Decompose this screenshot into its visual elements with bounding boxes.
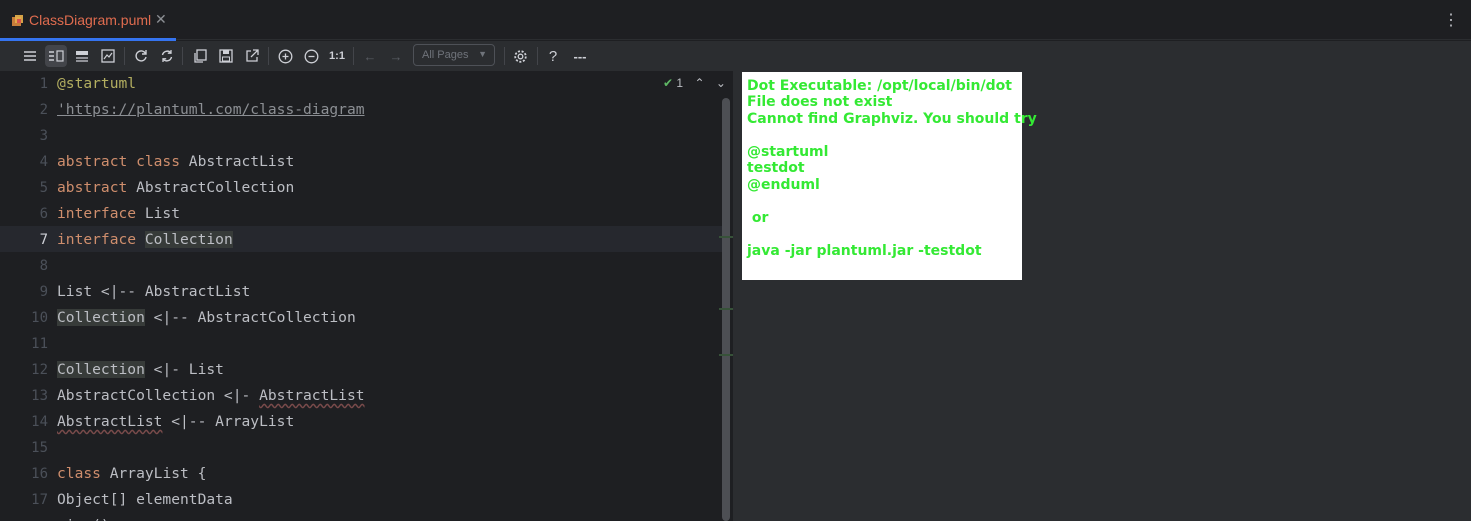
toolbar-separator: [182, 47, 183, 65]
more-toolbar-button[interactable]: ---: [568, 45, 592, 67]
preview-only-icon[interactable]: [97, 45, 119, 67]
inspection-count: 1: [676, 76, 684, 90]
code-line: abstract AbstractCollection: [57, 179, 295, 196]
chevron-up-icon[interactable]: ⌃: [694, 76, 704, 90]
toolbar-separator: [268, 47, 269, 65]
help-icon[interactable]: ?: [542, 45, 564, 67]
toolbar-separator: [353, 47, 354, 65]
line-number-current: 7: [39, 232, 48, 248]
line-number: 10: [31, 310, 48, 326]
line-number: 15: [31, 440, 48, 456]
zoom-in-icon[interactable]: [274, 45, 296, 67]
preview-text-line: Dot Executable: /opt/local/bin/dot: [747, 78, 1012, 94]
code-line: Object[] elementData: [57, 491, 233, 508]
line-number: 11: [31, 336, 48, 352]
code-line: AbstractCollection <|- AbstractList: [57, 387, 365, 404]
preview-text-line: Cannot find Graphviz. You should try: [747, 111, 1037, 127]
code-line: @startuml: [57, 75, 137, 92]
horizontal-split-icon[interactable]: [71, 45, 93, 67]
toolbar-separator: [537, 47, 538, 65]
page-selector-dropdown[interactable]: All Pages ▼: [413, 44, 495, 66]
chevron-down-icon: ▼: [478, 49, 487, 59]
actual-size-button[interactable]: 1:1: [326, 45, 348, 67]
preview-text-line: File does not exist: [747, 94, 893, 110]
sync-icon[interactable]: [156, 45, 178, 67]
toolbar-separator: [124, 47, 125, 65]
settings-icon[interactable]: [509, 45, 531, 67]
code-editor[interactable]: 1 2 3 4 5 6 7 8 9 10 11 12 13 14 15 16 1…: [0, 71, 733, 521]
line-number: 1: [39, 76, 48, 92]
open-external-icon[interactable]: [241, 45, 263, 67]
code-line: class ArrayList {: [57, 465, 207, 482]
editor-only-icon[interactable]: [19, 45, 41, 67]
chevron-down-icon[interactable]: ⌄: [716, 76, 726, 90]
line-number: 4: [39, 154, 48, 170]
preview-text-line: or: [747, 210, 769, 226]
code-line-comment-url[interactable]: 'https://plantuml.com/class-diagram: [57, 101, 365, 118]
code-line: interface Collection: [57, 231, 233, 248]
line-number: 6: [39, 206, 48, 222]
code-line: List <|-- AbstractList: [57, 283, 251, 300]
refresh-icon[interactable]: [130, 45, 152, 67]
line-number: 16: [31, 466, 48, 482]
line-number: 2: [39, 102, 48, 118]
previous-page-icon[interactable]: ←: [359, 45, 381, 67]
change-marker: [719, 354, 733, 356]
split-view-icon[interactable]: [45, 45, 67, 67]
line-number: 9: [39, 284, 48, 300]
zoom-out-icon[interactable]: [300, 45, 322, 67]
copy-icon[interactable]: [189, 45, 211, 67]
next-page-icon[interactable]: →: [385, 45, 407, 67]
line-number: 17: [31, 492, 48, 508]
line-number: 8: [39, 258, 48, 274]
change-marker: [719, 308, 733, 310]
more-options-icon[interactable]: ⋮: [1443, 10, 1459, 30]
code-line-partial: size(): [57, 517, 110, 521]
tab-classdiagram[interactable]: ClassDiagram.puml ✕: [0, 0, 176, 41]
code-line: abstract class AbstractList: [57, 153, 295, 170]
inspection-widget[interactable]: ✔ 1 ⌃ ⌄: [663, 76, 726, 90]
save-icon[interactable]: [215, 45, 237, 67]
code-line: AbstractList <|-- ArrayList: [57, 413, 295, 430]
line-number: 3: [39, 128, 48, 144]
code-line: Collection <|-- AbstractCollection: [57, 309, 356, 326]
preview-text-line: java -jar plantuml.jar -testdot: [747, 243, 982, 259]
editor-tab-bar: ClassDiagram.puml ✕ ⋮: [0, 0, 1471, 41]
check-icon: ✔: [663, 76, 674, 90]
line-number: 5: [39, 180, 48, 196]
plantuml-toolbar: 1:1 ← → ? ---: [0, 41, 1471, 71]
line-number: 14: [31, 414, 48, 430]
line-number: 12: [31, 362, 48, 378]
code-line: interface List: [57, 205, 181, 222]
change-marker: [719, 236, 733, 238]
preview-text-line: @enduml: [747, 177, 820, 193]
preview-text-line: @startuml: [747, 144, 829, 160]
tab-label: ClassDiagram.puml: [29, 12, 152, 28]
page-selector-value: All Pages: [422, 49, 469, 61]
graphviz-error-message: Dot Executable: /opt/local/bin/dot File …: [742, 72, 1037, 280]
toolbar-separator: [504, 47, 505, 65]
close-icon[interactable]: ✕: [155, 11, 167, 28]
code-line: Collection <|- List: [57, 361, 224, 378]
puml-file-icon: [12, 15, 23, 26]
preview-text-line: testdot: [747, 160, 805, 176]
line-number: 13: [31, 388, 48, 404]
